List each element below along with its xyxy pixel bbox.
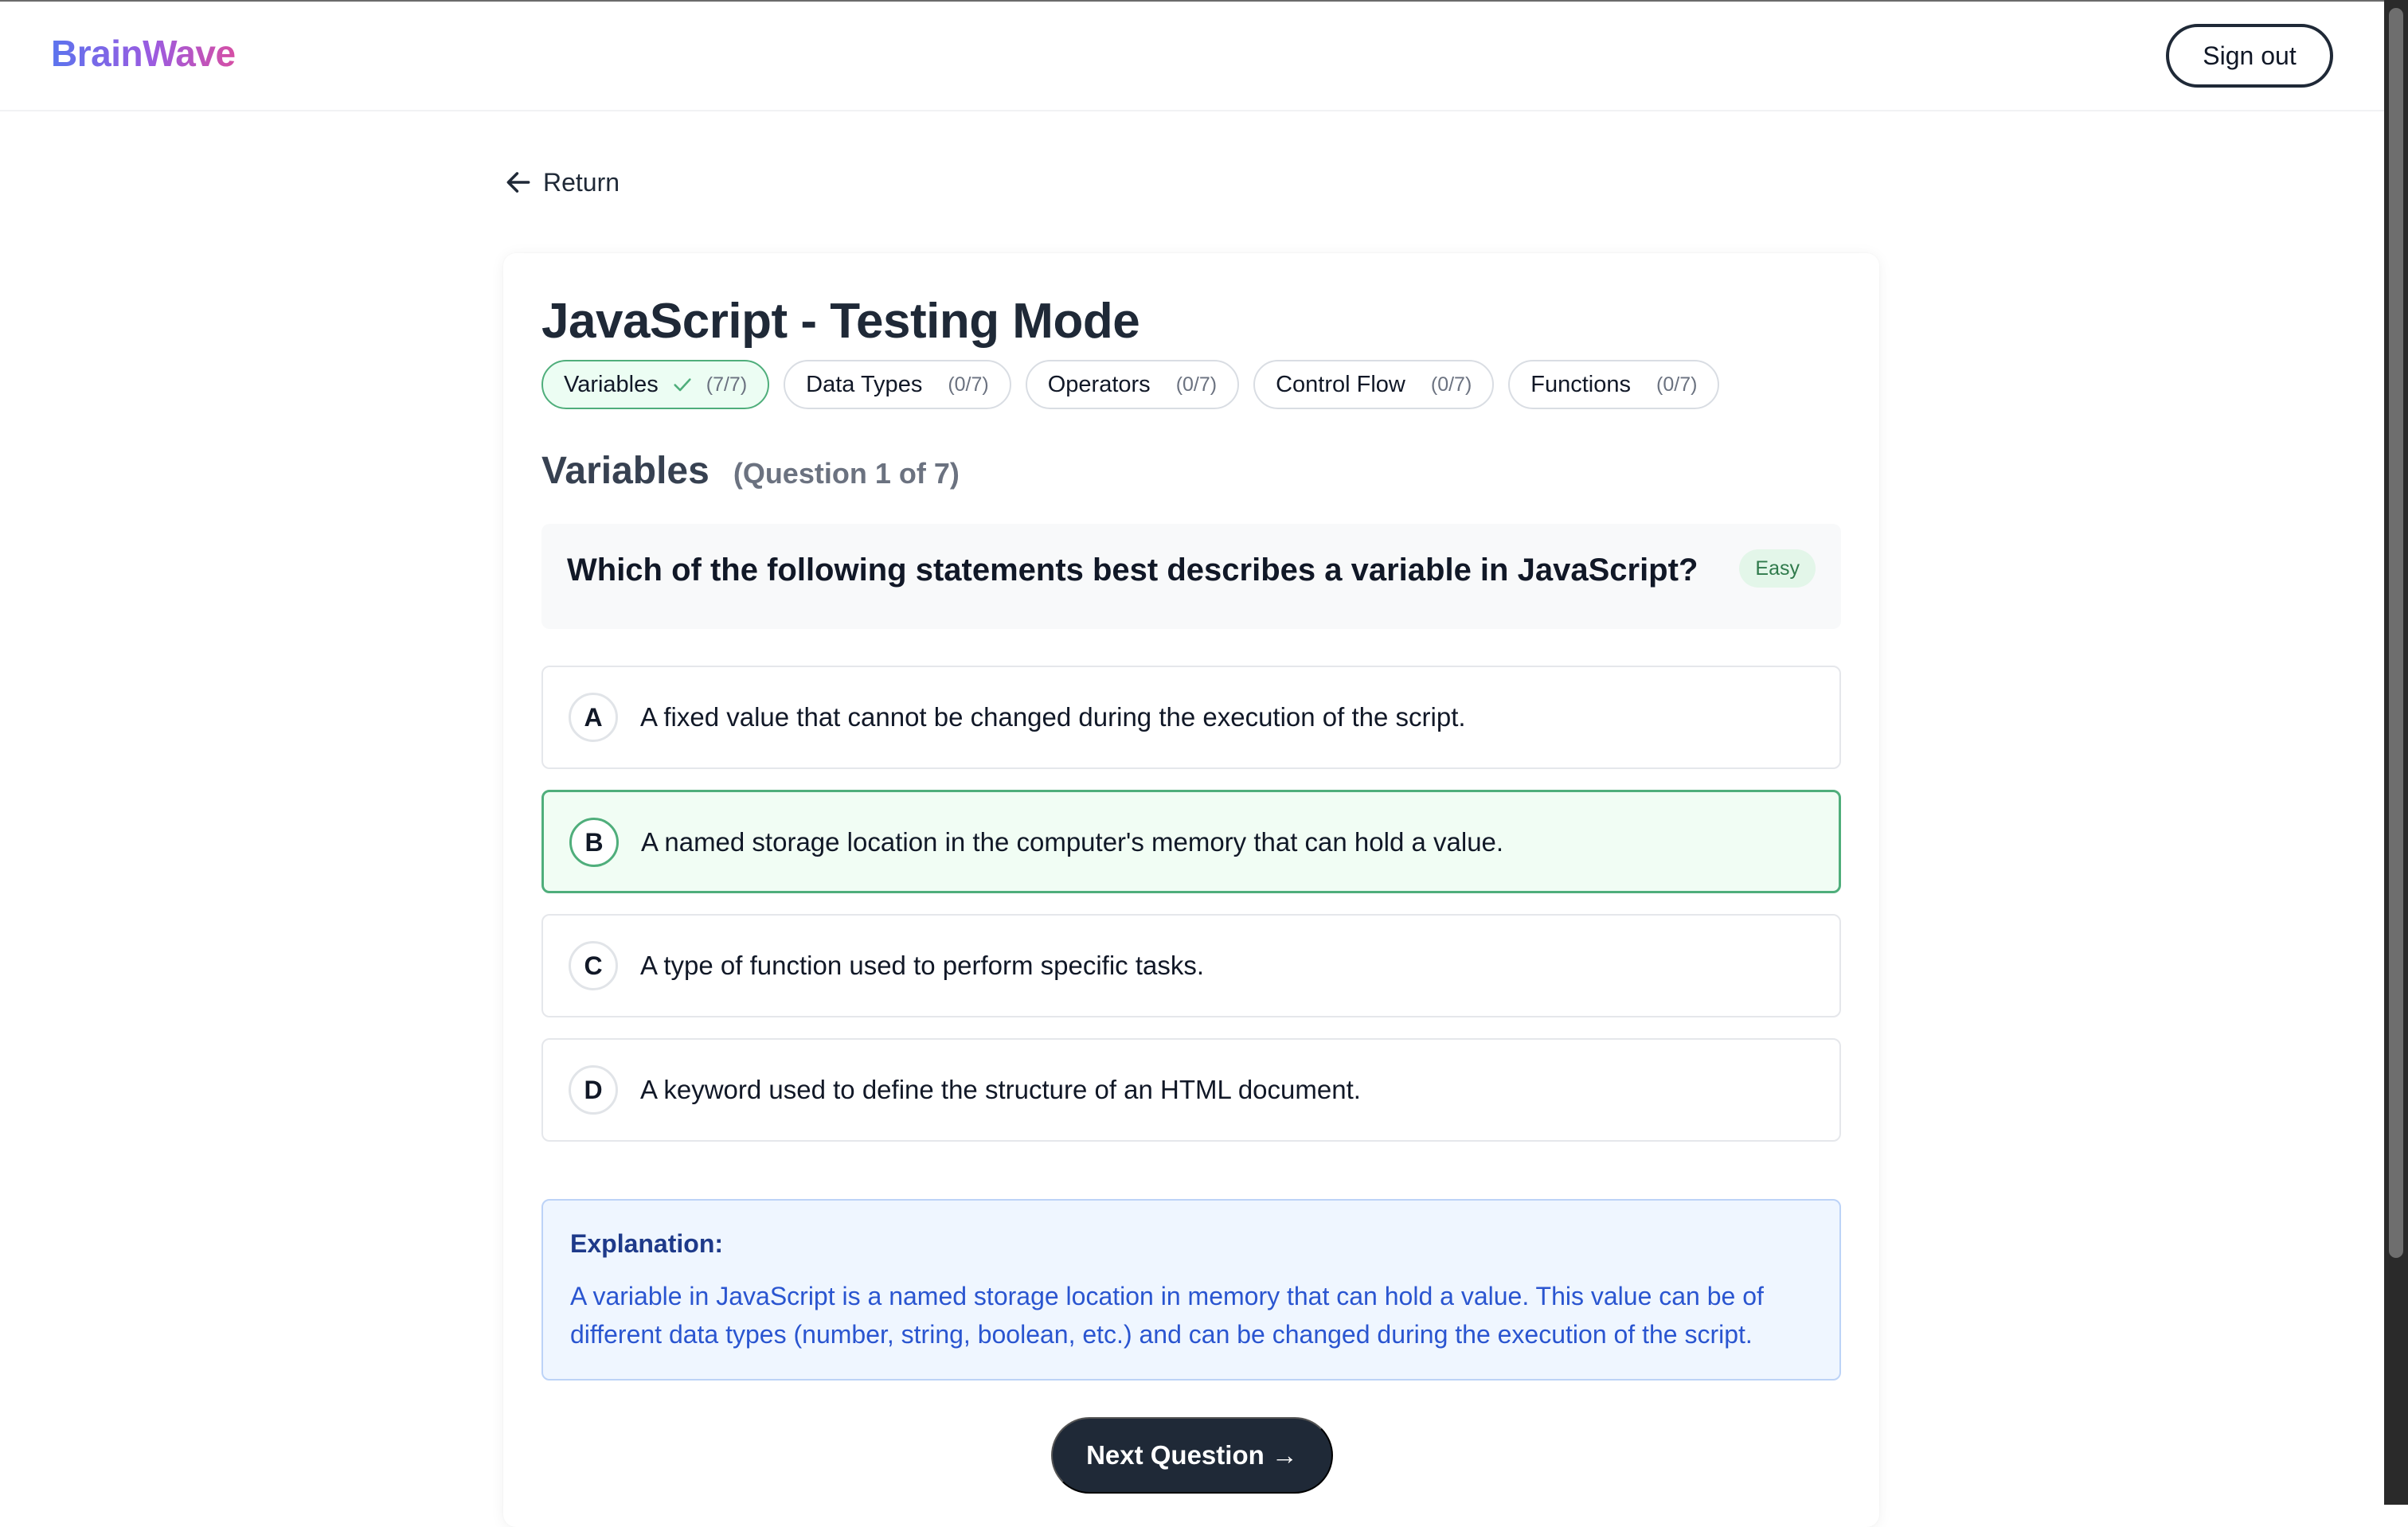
tab-operators[interactable]: Operators (0/7) — [1025, 360, 1240, 409]
tab-count: (7/7) — [706, 373, 748, 396]
option-letter: A — [569, 693, 618, 742]
return-link[interactable]: Return — [503, 162, 620, 202]
tab-label: Functions — [1530, 371, 1632, 397]
answer-option-a[interactable]: A A fixed value that cannot be changed d… — [541, 666, 1841, 769]
tab-label: Operators — [1047, 371, 1151, 397]
tab-label: Data Types — [806, 371, 923, 397]
sign-out-button[interactable]: Sign out — [2166, 24, 2333, 88]
tab-count: (0/7) — [1656, 373, 1698, 396]
question-text: Which of the following statements best d… — [567, 553, 1698, 588]
option-text: A fixed value that cannot be changed dur… — [640, 702, 1466, 732]
option-text: A type of function used to perform speci… — [640, 951, 1205, 980]
return-label: Return — [543, 167, 620, 197]
tab-count: (0/7) — [948, 373, 989, 396]
tab-control-flow[interactable]: Control Flow (0/7) — [1253, 360, 1495, 409]
tab-label: Variables — [564, 371, 659, 397]
question-progress: (Question 1 of 7) — [733, 457, 960, 490]
option-text: A keyword used to define the structure o… — [640, 1075, 1361, 1104]
option-letter: B — [569, 818, 619, 867]
explanation-panel: Explanation: A variable in JavaScript is… — [541, 1199, 1841, 1381]
tab-label: Control Flow — [1276, 371, 1405, 397]
difficulty-badge: Easy — [1739, 549, 1816, 588]
answer-option-b[interactable]: B A named storage location in the comput… — [541, 790, 1841, 893]
section-name: Variables — [541, 450, 710, 492]
tab-data-types[interactable]: Data Types (0/7) — [784, 360, 1011, 409]
quiz-title: JavaScript - Testing Mode — [541, 294, 1140, 349]
option-text: A named storage location in the computer… — [641, 827, 1504, 857]
explanation-body: A variable in JavaScript is a named stor… — [570, 1282, 1764, 1349]
option-letter: D — [569, 1065, 618, 1115]
top-navbar: BrainWave Sign out — [0, 2, 2384, 111]
quiz-card: JavaScript - Testing Mode Variables (7/7… — [503, 253, 1879, 1527]
scrollbar-thumb[interactable] — [2389, 8, 2403, 1258]
question-box: Which of the following statements best d… — [541, 524, 1841, 629]
answer-option-d[interactable]: D A keyword used to define the structure… — [541, 1038, 1841, 1142]
arrow-left-icon — [506, 172, 530, 193]
tab-count: (0/7) — [1430, 373, 1472, 396]
tab-variables[interactable]: Variables (7/7) — [541, 360, 770, 409]
next-question-button[interactable]: Next Question → — [1051, 1417, 1333, 1494]
tab-count: (0/7) — [1175, 373, 1218, 396]
explanation-title: Explanation: — [570, 1229, 724, 1258]
option-letter: C — [569, 941, 618, 990]
check-icon — [674, 378, 691, 392]
tab-functions[interactable]: Functions (0/7) — [1508, 360, 1720, 409]
brainwave-logo[interactable]: BrainWave — [51, 32, 236, 75]
answer-option-c[interactable]: C A type of function used to perform spe… — [541, 914, 1841, 1017]
section-heading: Variables (Question 1 of 7) — [541, 449, 960, 493]
topic-tabs: Variables (7/7) Data Types (0/7) Operato… — [541, 360, 1720, 409]
